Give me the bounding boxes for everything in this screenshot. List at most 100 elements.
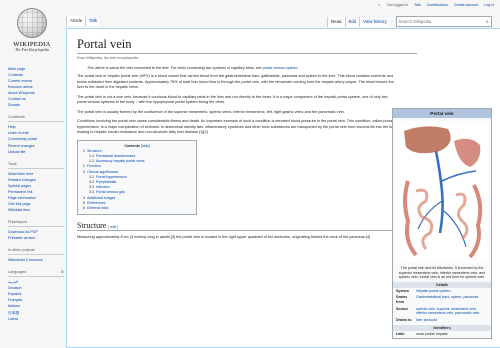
toc-number: 3.1 bbox=[89, 174, 94, 179]
sidebar-item-main[interactable]: Donate bbox=[8, 102, 64, 108]
sidebar-heading-contribute: Contribute bbox=[8, 114, 64, 123]
toc-number: 1.1 bbox=[89, 153, 94, 158]
toc-text: Structure bbox=[87, 148, 102, 153]
sidebar-item-tools[interactable]: Wikidata item bbox=[8, 207, 64, 213]
hatnote-text: This article is about the vein connected… bbox=[87, 66, 263, 70]
inferior-mesenteric-vein bbox=[443, 210, 467, 248]
search-placeholder: Search Wikipedia bbox=[398, 19, 432, 24]
search-input[interactable]: Search Wikipedia ⌕ bbox=[395, 16, 492, 27]
sidebar: Main page Contents Current events Random ar… bbox=[8, 66, 64, 322]
toc-number: 3.3 bbox=[89, 185, 94, 190]
toc-text: Clinical significance bbox=[87, 169, 119, 174]
tab-edit[interactable]: Edit bbox=[344, 16, 360, 27]
toc-number: 2 bbox=[83, 164, 85, 169]
search-icon[interactable]: ⌕ bbox=[486, 19, 489, 25]
log-in-link[interactable]: Log in bbox=[484, 3, 494, 7]
edit-bracket-close: ] bbox=[116, 225, 119, 230]
toc-text: Function bbox=[87, 164, 101, 169]
talk-link[interactable]: Talk bbox=[414, 3, 420, 7]
infobox: Portal vein The portal vein and its trib… bbox=[392, 108, 492, 339]
edit-section: [ edit ] bbox=[108, 225, 118, 229]
sidebar-contribute-nav: Help Learn to edit Community portal Recent … bbox=[8, 124, 64, 154]
anatomy-drawing bbox=[403, 126, 483, 259]
infobox-value-link[interactable]: liver sinusoid bbox=[416, 318, 437, 323]
toc-number: 1 bbox=[83, 148, 85, 153]
infobox-key: System bbox=[396, 288, 409, 293]
namespace-tabs: Article Talk bbox=[66, 16, 101, 26]
toc-text: Additional images bbox=[87, 195, 116, 200]
infobox-rows: System Hepatic portal system Drains from Ga… bbox=[393, 288, 491, 324]
toc-number: 5 bbox=[83, 200, 85, 205]
paragraph-lead-1: The portal vein or hepatic portal vein (… bbox=[77, 74, 394, 89]
toc-text: Accessory hepatic portal veins bbox=[96, 159, 145, 164]
toc-text: References bbox=[87, 200, 106, 205]
toc-text: Pylephlebitis bbox=[96, 179, 117, 184]
toc-text: Portal venous gas bbox=[96, 190, 125, 195]
languages-label: Languages bbox=[8, 270, 27, 275]
tab-read[interactable]: Read bbox=[327, 16, 345, 27]
sidebar-item-languages[interactable]: Latina bbox=[8, 316, 64, 322]
infobox-row-latin: Latin vena portae hepatis bbox=[393, 331, 491, 338]
globe-icon bbox=[17, 8, 47, 38]
infobox-key: Latin bbox=[396, 332, 405, 337]
infobox-value: vena portae hepatis bbox=[416, 332, 448, 337]
liver-shape bbox=[404, 126, 451, 154]
sidebar-languages-nav: العربية Deutsch Español Français Italiano 日本語… bbox=[8, 279, 64, 321]
toc-number: 3.4 bbox=[89, 190, 94, 195]
infobox-key: Drains to bbox=[396, 317, 412, 322]
create-account-link[interactable]: Create account bbox=[454, 3, 478, 7]
tab-talk[interactable]: Talk bbox=[85, 16, 101, 26]
wikipedia-logo[interactable]: WIKIPEDIA The Free Encyclopedia bbox=[8, 8, 56, 52]
portal-vein-illustration[interactable] bbox=[396, 121, 488, 263]
toc-text: Infection bbox=[96, 185, 110, 190]
sidebar-tools-nav: What links here Related changes Special pa… bbox=[8, 171, 64, 213]
site-sub: From Wikipedia, the free encyclopedia bbox=[77, 56, 139, 60]
contributions-link[interactable]: Contributions bbox=[427, 3, 448, 7]
infobox-title: Portal vein bbox=[393, 109, 491, 118]
stomach-shape bbox=[454, 138, 481, 167]
toc-number: 6 bbox=[83, 205, 85, 210]
sidebar-heading-languages: Languages ⚙ bbox=[8, 269, 64, 278]
paragraph-structure: Measuring approximately 8 cm (3 inches) … bbox=[77, 235, 371, 240]
sidebar-print-nav: Download as PDF Printable version bbox=[8, 229, 64, 241]
section-heading-structure: Structure [ edit ] bbox=[77, 221, 397, 232]
toc-entry[interactable]: 6 External links bbox=[83, 206, 191, 211]
toc-text: External links bbox=[87, 205, 109, 210]
sidebar-item-print[interactable]: Printable version bbox=[8, 235, 64, 241]
infobox-row: Source splenic vein, superior mesenteric … bbox=[393, 306, 491, 317]
hatnote: This article is about the vein connected… bbox=[87, 66, 299, 70]
toc-list: 1 Structure 1.1 Portacaval anastomoses 1.2 Ac… bbox=[83, 149, 191, 211]
paragraph-lead-4: Conditions involving the portal vein cau… bbox=[77, 119, 397, 134]
toc-number: 4 bbox=[83, 195, 85, 200]
toc-hide-toggle[interactable]: [hide] bbox=[141, 144, 150, 148]
toc-title-text: Contents bbox=[124, 143, 140, 148]
tab-view-history[interactable]: View history bbox=[359, 16, 390, 27]
portal-vein-trunk bbox=[434, 150, 444, 234]
splenic-vein bbox=[441, 170, 477, 182]
infobox-value-link[interactable]: Hepatic portal system bbox=[416, 289, 451, 294]
page-title: Portal vein bbox=[77, 37, 417, 54]
infobox-row: System Hepatic portal system bbox=[393, 288, 491, 295]
infobox-key: Source bbox=[396, 306, 409, 311]
toc-number: 3 bbox=[83, 169, 85, 174]
sidebar-heading-projects: In other projects bbox=[8, 247, 64, 256]
sidebar-item-contribute[interactable]: Upload file bbox=[8, 149, 64, 155]
sidebar-projects-nav: Wikimedia Commons bbox=[8, 257, 64, 263]
toc-text: Portal hypertension bbox=[96, 174, 127, 179]
infobox-value-link[interactable]: splenic vein, superior mesenteric vein, … bbox=[416, 307, 488, 316]
toc-text: Portacaval anastomoses bbox=[96, 153, 136, 158]
toc-number: 1.2 bbox=[89, 159, 94, 164]
section-heading-text: Structure bbox=[77, 221, 107, 231]
infobox-value-link[interactable]: Gastrointestinal tract, spleen, pancreas bbox=[416, 295, 478, 304]
hatnote-link[interactable]: portal venous system bbox=[263, 66, 298, 70]
infobox-key: Drains from bbox=[396, 295, 408, 304]
infobox-row: Drains to liver sinusoid bbox=[393, 317, 491, 324]
sidebar-heading-print: Print/export bbox=[8, 219, 64, 228]
toc-number: 3.2 bbox=[89, 179, 94, 184]
tab-article[interactable]: Article bbox=[66, 16, 86, 26]
gear-icon[interactable]: ⚙ bbox=[61, 269, 64, 275]
tagline: The Free Encyclopedia bbox=[15, 48, 49, 52]
not-logged-in: Not logged in bbox=[387, 3, 409, 7]
view-tabs: Read Edit View history Search Wikipedia … bbox=[327, 16, 492, 27]
sidebar-item-projects[interactable]: Wikimedia Commons bbox=[8, 257, 64, 263]
